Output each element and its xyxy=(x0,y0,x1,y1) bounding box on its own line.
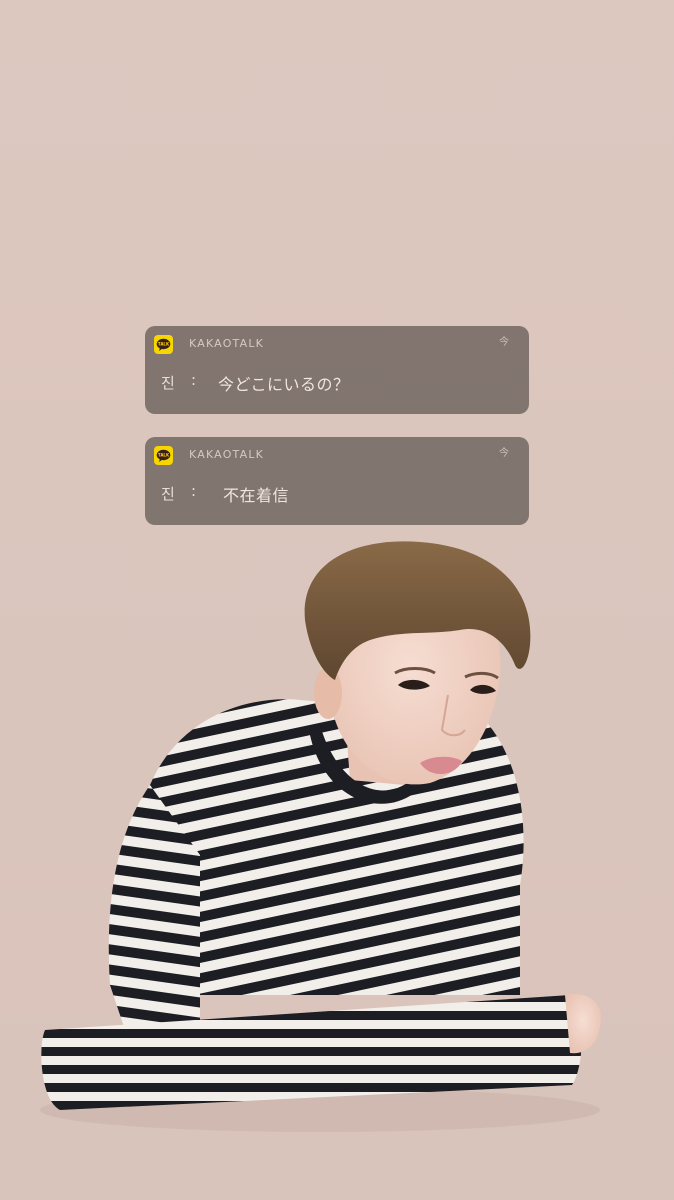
kakaotalk-icon-text: TALK xyxy=(158,342,170,347)
notification-app-name: KAKAOTALK xyxy=(189,448,265,461)
kakaotalk-icon: TALK xyxy=(154,335,173,354)
notification-app-name: KAKAOTALK xyxy=(189,337,265,350)
kakaotalk-icon-text: TALK xyxy=(158,453,170,458)
notification-separator: : xyxy=(191,482,197,500)
notification-separator: : xyxy=(191,371,197,389)
notification-sender: 진 xyxy=(161,485,175,503)
notification-time: 今 xyxy=(499,337,509,348)
notification-card[interactable]: TALK KAKAOTALK 今 진 : 今どこにいるの？ xyxy=(145,326,529,414)
hand xyxy=(565,994,601,1054)
notification-message: 不在着信 xyxy=(223,486,290,505)
ear xyxy=(314,667,342,719)
notification-card[interactable]: TALK KAKAOTALK 今 진 : 不在着信 xyxy=(145,437,529,525)
notification-message: 今どこにいるの？ xyxy=(218,375,350,394)
notification-sender: 진 xyxy=(161,374,175,392)
notification-time: 今 xyxy=(499,448,509,459)
person-photo xyxy=(40,541,601,1132)
kakaotalk-icon: TALK xyxy=(154,446,173,465)
